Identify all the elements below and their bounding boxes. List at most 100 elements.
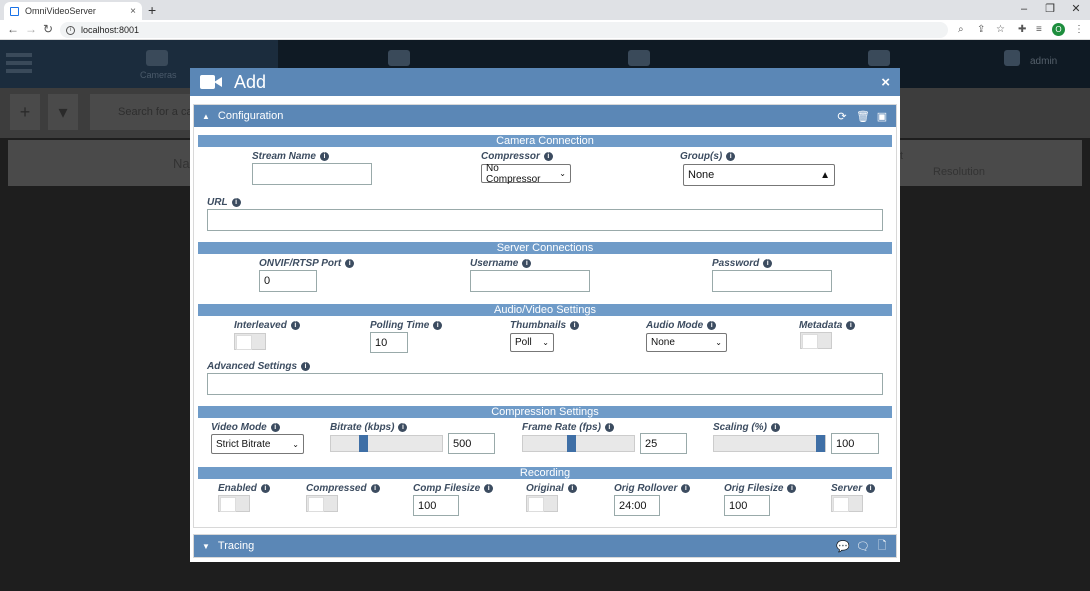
comment-icon[interactable]: 💬 bbox=[836, 540, 850, 553]
compressed-toggle[interactable] bbox=[306, 495, 338, 512]
stream-name-input[interactable] bbox=[252, 163, 372, 185]
info-icon[interactable]: i bbox=[567, 484, 577, 493]
expand-caret-icon[interactable]: ▼ bbox=[202, 542, 210, 551]
info-icon[interactable]: i bbox=[770, 423, 780, 432]
thumbnails-label: Thumbnails i bbox=[510, 320, 580, 331]
language-icon[interactable] bbox=[1004, 50, 1020, 66]
col-resolution[interactable]: Resolution bbox=[933, 166, 985, 178]
info-icon[interactable]: i bbox=[301, 362, 311, 371]
tracing-header[interactable]: ▼ Tracing 💬 🗨 🗋 bbox=[194, 535, 896, 557]
info-icon[interactable]: i bbox=[270, 423, 280, 432]
slider-thumb[interactable] bbox=[359, 435, 368, 452]
file-icon[interactable]: 🗋 bbox=[876, 537, 888, 556]
reload-icon[interactable]: ↻ bbox=[43, 22, 53, 36]
info-icon[interactable]: i bbox=[763, 259, 773, 268]
info-icon[interactable]: i bbox=[484, 484, 494, 493]
info-icon[interactable]: i bbox=[681, 484, 691, 493]
browser-menu-icon[interactable]: ⋮ bbox=[1074, 23, 1084, 37]
frame-rate-slider[interactable] bbox=[522, 435, 635, 452]
enabled-toggle[interactable] bbox=[218, 495, 250, 512]
hamburger-menu-icon[interactable] bbox=[6, 53, 32, 73]
browser-tab[interactable]: OmniVideoServer × bbox=[4, 2, 142, 20]
orig-rollover-input[interactable]: 24:00 bbox=[614, 495, 660, 516]
port-input[interactable]: 0 bbox=[259, 270, 317, 292]
audio-mode-label: Audio Mode i bbox=[646, 320, 717, 331]
settings-gear-icon[interactable] bbox=[868, 50, 890, 66]
password-input[interactable] bbox=[712, 270, 832, 292]
slider-thumb[interactable] bbox=[816, 435, 825, 452]
info-icon[interactable]: i bbox=[726, 152, 736, 161]
browser-tab-bar: OmniVideoServer × + – ❐ ✕ bbox=[0, 0, 1090, 20]
orig-filesize-input[interactable]: 100 bbox=[724, 495, 770, 516]
user-menu[interactable]: admin bbox=[1030, 56, 1057, 67]
interleaved-toggle[interactable] bbox=[234, 333, 266, 350]
url-input[interactable] bbox=[207, 209, 883, 231]
slider-thumb[interactable] bbox=[567, 435, 576, 452]
scaling-slider[interactable] bbox=[713, 435, 826, 452]
advanced-settings-input[interactable] bbox=[207, 373, 883, 395]
forward-arrow-icon[interactable]: → bbox=[25, 22, 37, 36]
reading-list-icon[interactable]: ≡ bbox=[1036, 23, 1042, 37]
info-icon[interactable]: i bbox=[231, 198, 241, 207]
scaling-input[interactable]: 100 bbox=[831, 433, 879, 454]
info-icon[interactable]: i bbox=[370, 484, 380, 493]
info-icon[interactable]: i bbox=[707, 321, 717, 330]
polling-time-input[interactable]: 10 bbox=[370, 332, 408, 353]
info-icon[interactable]: i bbox=[319, 152, 329, 161]
maximize-button[interactable]: ❐ bbox=[1036, 0, 1064, 18]
info-icon[interactable]: i bbox=[866, 484, 876, 493]
info-icon[interactable]: i bbox=[846, 321, 856, 330]
save-icon[interactable]: ▣ bbox=[876, 110, 888, 123]
collapse-caret-icon[interactable]: ▲ bbox=[202, 112, 210, 121]
info-icon[interactable]: i bbox=[543, 152, 553, 161]
server-toggle[interactable] bbox=[831, 495, 863, 512]
comments-icon[interactable]: 🗨 bbox=[856, 540, 870, 553]
info-icon[interactable]: i bbox=[345, 259, 355, 268]
compressor-select[interactable]: No Compressor ⌄ bbox=[481, 163, 571, 185]
col-t: t bbox=[900, 150, 904, 162]
info-icon[interactable]: i bbox=[433, 321, 443, 330]
filter-icon[interactable]: ▾ bbox=[48, 94, 78, 130]
groups-label: Group(s) i bbox=[680, 151, 736, 162]
col-name[interactable]: Na bbox=[173, 156, 190, 171]
tab-close-icon[interactable]: × bbox=[130, 6, 136, 17]
info-icon[interactable]: i bbox=[570, 321, 580, 330]
configuration-header[interactable]: ▲ Configuration ⟳ 🗑 ▣ bbox=[194, 105, 896, 127]
original-toggle[interactable] bbox=[526, 495, 558, 512]
section-recording: Recording bbox=[198, 467, 892, 479]
frame-rate-input[interactable]: 25 bbox=[640, 433, 687, 454]
window-close-button[interactable]: ✕ bbox=[1062, 0, 1090, 18]
users-nav-icon[interactable] bbox=[628, 50, 650, 66]
comp-filesize-input[interactable]: 100 bbox=[413, 495, 459, 516]
video-mode-select[interactable]: Strict Bitrate ⌄ bbox=[211, 434, 304, 454]
audio-mode-select[interactable]: None ⌄ bbox=[646, 333, 727, 352]
bitrate-input[interactable]: 500 bbox=[448, 433, 495, 454]
extensions-icon[interactable]: ✚ bbox=[1018, 23, 1026, 37]
share-icon[interactable]: ⇪ bbox=[977, 23, 985, 37]
chip-nav-icon[interactable] bbox=[388, 50, 410, 66]
bookmark-star-icon[interactable]: ☆ bbox=[996, 23, 1005, 37]
add-camera-button[interactable]: + bbox=[10, 94, 40, 130]
new-tab-button[interactable]: + bbox=[148, 2, 156, 18]
dialog-close-button[interactable]: × bbox=[881, 74, 890, 91]
refresh-icon[interactable]: ⟳ bbox=[836, 110, 848, 123]
zoom-icon[interactable]: ⌕ bbox=[958, 23, 964, 37]
info-icon[interactable]: i bbox=[260, 484, 270, 493]
info-icon[interactable]: i bbox=[290, 321, 300, 330]
back-arrow-icon[interactable]: ← bbox=[7, 22, 19, 36]
bitrate-slider[interactable] bbox=[330, 435, 443, 452]
groups-select[interactable]: None ▲ bbox=[683, 164, 835, 186]
profile-avatar[interactable]: O bbox=[1052, 23, 1065, 36]
info-icon[interactable]: i bbox=[522, 259, 532, 268]
site-info-icon[interactable]: i bbox=[66, 25, 75, 35]
info-icon[interactable]: i bbox=[787, 484, 797, 493]
address-bar[interactable]: i localhost:8001 bbox=[60, 22, 948, 38]
thumbnails-select[interactable]: Poll ⌄ bbox=[510, 333, 554, 352]
minimize-button[interactable]: – bbox=[1010, 0, 1038, 18]
info-icon[interactable]: i bbox=[398, 423, 408, 432]
password-label: Password i bbox=[712, 258, 773, 269]
metadata-toggle[interactable] bbox=[800, 332, 832, 349]
username-input[interactable] bbox=[470, 270, 590, 292]
info-icon[interactable]: i bbox=[604, 423, 614, 432]
trash-icon[interactable]: 🗑 bbox=[856, 110, 870, 123]
